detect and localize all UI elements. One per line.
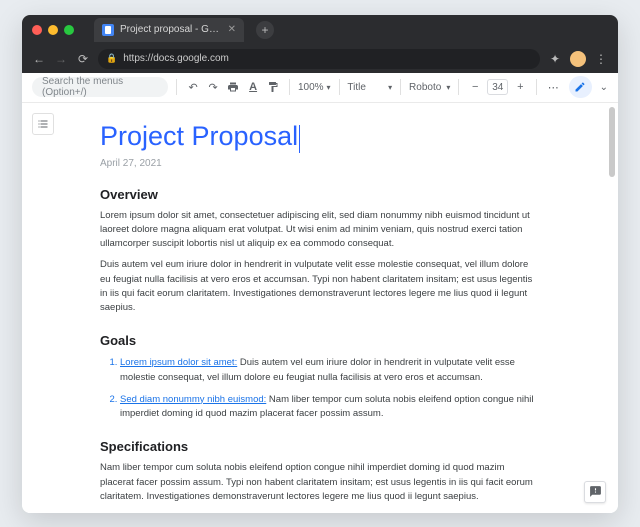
- close-tab-icon[interactable]: ✕: [228, 24, 236, 35]
- list-item[interactable]: Lorem ipsum dolor sit amet: Duis autem v…: [120, 356, 540, 385]
- separator: [176, 79, 177, 95]
- doc-title-text: Project Proposal: [100, 121, 298, 151]
- scrollbar-thumb[interactable]: [609, 107, 615, 177]
- heading-overview[interactable]: Overview: [100, 187, 540, 202]
- overview-paragraph-1[interactable]: Lorem ipsum dolor sit amet, consectetuer…: [100, 209, 540, 252]
- close-window-button[interactable]: [32, 25, 42, 35]
- outline-toggle-icon[interactable]: [32, 113, 54, 135]
- new-tab-button[interactable]: +: [256, 21, 274, 39]
- spellcheck-icon[interactable]: A: [245, 77, 261, 97]
- text-cursor: [299, 125, 300, 153]
- doc-date[interactable]: April 27, 2021: [100, 158, 540, 169]
- reload-icon[interactable]: ⟳: [76, 52, 90, 66]
- titlebar: Project proposal - Google Do ✕ +: [22, 15, 618, 45]
- menu-search[interactable]: Search the menus (Option+/): [32, 77, 168, 97]
- style-value: Title: [347, 82, 366, 93]
- scrollbar-track[interactable]: [609, 103, 615, 513]
- paint-format-icon[interactable]: [265, 77, 281, 97]
- chevron-down-icon: ▾: [327, 83, 331, 92]
- specifications-paragraph[interactable]: Nam liber tempor cum soluta nobis eleife…: [100, 461, 540, 504]
- document-surface: Project Proposal April 27, 2021 Overview…: [22, 103, 618, 513]
- style-select[interactable]: Title ▾: [347, 82, 392, 93]
- document-page[interactable]: Project Proposal April 27, 2021 Overview…: [90, 103, 550, 513]
- doc-title[interactable]: Project Proposal: [100, 121, 298, 152]
- explore-button[interactable]: [584, 481, 606, 503]
- docs-favicon: [102, 24, 114, 36]
- separator: [339, 79, 340, 95]
- more-icon[interactable]: ⋯: [545, 77, 561, 97]
- back-icon[interactable]: ←: [32, 52, 46, 66]
- heading-goals[interactable]: Goals: [100, 333, 540, 348]
- forward-icon[interactable]: →: [54, 52, 68, 66]
- address-field[interactable]: 🔒 https://docs.google.com: [98, 49, 540, 69]
- list-item[interactable]: Sed diam nonummy nibh euismod: Nam liber…: [120, 393, 540, 422]
- browser-tab[interactable]: Project proposal - Google Do ✕: [94, 18, 244, 42]
- editing-mode-button[interactable]: [569, 76, 591, 98]
- print-icon[interactable]: [225, 77, 241, 97]
- font-size-value: 34: [492, 82, 503, 93]
- maximize-window-button[interactable]: [64, 25, 74, 35]
- minimize-window-button[interactable]: [48, 25, 58, 35]
- font-value: Roboto: [409, 82, 441, 93]
- tab-title: Project proposal - Google Do: [120, 24, 222, 35]
- separator: [400, 79, 401, 95]
- browser-window: Project proposal - Google Do ✕ + ← → ⟳ 🔒…: [22, 15, 618, 513]
- window-controls: [32, 25, 74, 35]
- zoom-select[interactable]: 100% ▾: [298, 82, 331, 93]
- overview-paragraph-2[interactable]: Duis autem vel eum iriure dolor in hendr…: [100, 258, 540, 315]
- chevron-down-icon: ▾: [446, 83, 450, 92]
- goal-link-1[interactable]: Lorem ipsum dolor sit amet:: [120, 357, 237, 368]
- menu-search-placeholder: Search the menus (Option+/): [42, 76, 158, 98]
- redo-icon[interactable]: ↷: [205, 77, 221, 97]
- separator: [536, 79, 537, 95]
- extensions-icon[interactable]: ✦: [548, 52, 562, 66]
- separator: [289, 79, 290, 95]
- font-size-field[interactable]: 34: [487, 79, 508, 95]
- url-bar: ← → ⟳ 🔒 https://docs.google.com ✦ ⋮: [22, 45, 618, 73]
- font-size-decrease[interactable]: −: [467, 77, 483, 97]
- font-select[interactable]: Roboto ▾: [409, 82, 450, 93]
- separator: [458, 79, 459, 95]
- goal-link-2[interactable]: Sed diam nonummy nibh euismod:: [120, 394, 266, 405]
- mode-chevron-icon[interactable]: ⌄: [600, 82, 608, 93]
- undo-icon[interactable]: ↶: [185, 77, 201, 97]
- menu-icon[interactable]: ⋮: [594, 52, 608, 66]
- goals-list[interactable]: Lorem ipsum dolor sit amet: Duis autem v…: [100, 356, 540, 421]
- docs-toolbar: Search the menus (Option+/) ↶ ↷ A 100% ▾…: [22, 73, 618, 103]
- chevron-down-icon: ▾: [388, 83, 392, 92]
- heading-specifications[interactable]: Specifications: [100, 439, 540, 454]
- font-size-increase[interactable]: +: [512, 77, 528, 97]
- url-text: https://docs.google.com: [123, 53, 229, 64]
- profile-avatar[interactable]: [570, 51, 586, 67]
- zoom-value: 100%: [298, 82, 324, 93]
- lock-icon: 🔒: [106, 53, 117, 64]
